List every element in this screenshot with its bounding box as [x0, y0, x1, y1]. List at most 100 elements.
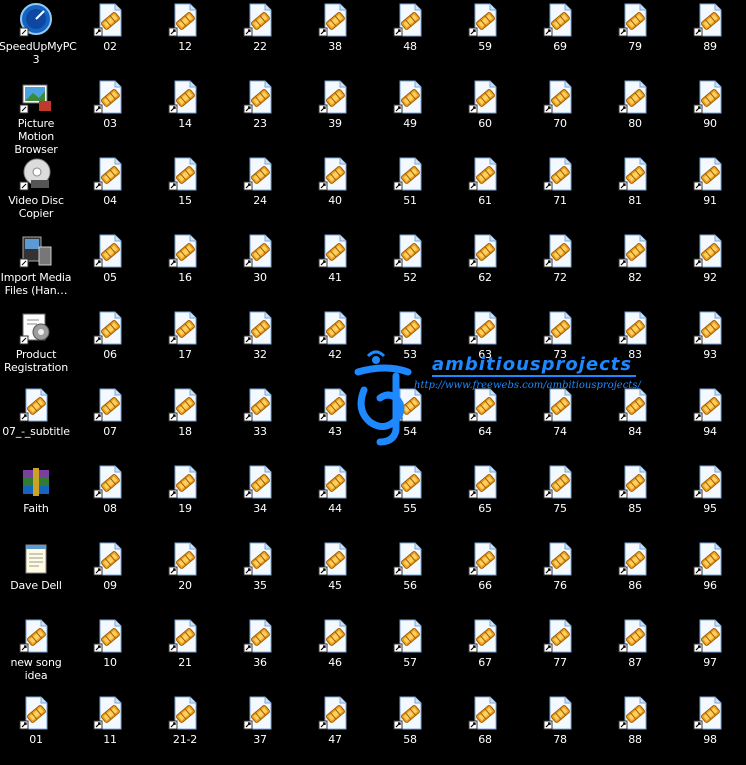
desktop-icon[interactable]: 72 [523, 233, 597, 303]
desktop-icon[interactable]: 82 [598, 233, 672, 303]
desktop-icon[interactable]: 60 [448, 79, 522, 149]
desktop-icon[interactable]: 45 [298, 541, 372, 611]
desktop-icon[interactable]: 37 [223, 695, 297, 765]
desktop-icon[interactable]: 21-2 [148, 695, 222, 765]
desktop-icon[interactable]: 07 [73, 387, 147, 457]
desktop-icon[interactable]: 08 [73, 464, 147, 534]
desktop-icon[interactable]: 39 [298, 79, 372, 149]
desktop-icon[interactable]: 71 [523, 156, 597, 226]
desktop-icon[interactable]: 38 [298, 2, 372, 72]
desktop-icon[interactable]: 49 [373, 79, 447, 149]
desktop-icon[interactable]: Import Media Files (Han… [0, 233, 73, 303]
desktop-icon[interactable]: 12 [148, 2, 222, 72]
desktop-icon[interactable]: 30 [223, 233, 297, 303]
desktop-icon[interactable]: 76 [523, 541, 597, 611]
desktop-icon[interactable]: 62 [448, 233, 522, 303]
desktop-icon[interactable]: 24 [223, 156, 297, 226]
desktop-icon[interactable]: 90 [673, 79, 746, 149]
desktop-icon[interactable]: 17 [148, 310, 222, 380]
desktop-icon[interactable]: 18 [148, 387, 222, 457]
desktop-icon[interactable]: 35 [223, 541, 297, 611]
desktop-icon[interactable]: 56 [373, 541, 447, 611]
desktop-icon[interactable]: 10 [73, 618, 147, 688]
desktop-icon[interactable]: 21 [148, 618, 222, 688]
desktop-icon[interactable]: 66 [448, 541, 522, 611]
desktop-icon[interactable]: 44 [298, 464, 372, 534]
desktop-icon[interactable]: 89 [673, 2, 746, 72]
file-icon [618, 541, 652, 577]
desktop-icon[interactable]: 41 [298, 233, 372, 303]
desktop-icon[interactable]: 58 [373, 695, 447, 765]
desktop-icon[interactable]: 80 [598, 79, 672, 149]
desktop-icon[interactable]: 65 [448, 464, 522, 534]
desktop-icon[interactable]: 07_-_subtitle [0, 387, 73, 457]
desktop-icon[interactable]: 03 [73, 79, 147, 149]
desktop-icon[interactable]: 51 [373, 156, 447, 226]
desktop-icon[interactable]: 79 [598, 2, 672, 72]
desktop-icon[interactable]: new song idea [0, 618, 73, 688]
desktop-icon[interactable]: 86 [598, 541, 672, 611]
desktop-icon[interactable]: 88 [598, 695, 672, 765]
desktop-icon-label: 72 [553, 271, 567, 284]
desktop-icon[interactable]: 23 [223, 79, 297, 149]
desktop-icon[interactable]: 81 [598, 156, 672, 226]
desktop-icon[interactable]: 95 [673, 464, 746, 534]
desktop-icon[interactable]: 91 [673, 156, 746, 226]
desktop-icon[interactable]: 02 [73, 2, 147, 72]
desktop-icon[interactable]: 94 [673, 387, 746, 457]
desktop-icon[interactable]: 47 [298, 695, 372, 765]
file-icon [168, 541, 202, 577]
file-icon [318, 79, 352, 115]
desktop-icon[interactable]: Picture Motion Browser [0, 79, 73, 156]
desktop-icon[interactable]: 75 [523, 464, 597, 534]
file-icon [93, 310, 127, 346]
desktop-icon[interactable]: 46 [298, 618, 372, 688]
desktop-icon[interactable]: 85 [598, 464, 672, 534]
desktop-icon[interactable]: 19 [148, 464, 222, 534]
desktop-icon[interactable]: 57 [373, 618, 447, 688]
desktop-icon[interactable]: 36 [223, 618, 297, 688]
desktop-icon[interactable]: 67 [448, 618, 522, 688]
desktop-icon[interactable]: 09 [73, 541, 147, 611]
desktop-icon[interactable]: 93 [673, 310, 746, 380]
file-icon [168, 156, 202, 192]
desktop-icon[interactable]: 14 [148, 79, 222, 149]
desktop-icon[interactable]: 01 [0, 695, 73, 765]
desktop-icon[interactable]: Product Registration [0, 310, 73, 380]
desktop-icon[interactable]: 34 [223, 464, 297, 534]
desktop-icon[interactable]: 96 [673, 541, 746, 611]
desktop-icon[interactable]: Faith [0, 464, 73, 534]
desktop-icon[interactable]: 92 [673, 233, 746, 303]
desktop-icon[interactable]: 69 [523, 2, 597, 72]
desktop-icon[interactable]: 87 [598, 618, 672, 688]
desktop-icon[interactable]: 55 [373, 464, 447, 534]
file-icon [168, 618, 202, 654]
desktop-icon[interactable]: 48 [373, 2, 447, 72]
desktop-icon[interactable]: 06 [73, 310, 147, 380]
desktop-icon[interactable]: 78 [523, 695, 597, 765]
desktop-icon[interactable]: SpeedUpMyPC 3 [0, 2, 77, 72]
desktop-icon[interactable]: 11 [73, 695, 147, 765]
desktop-icon[interactable]: 33 [223, 387, 297, 457]
desktop-icon[interactable]: 32 [223, 310, 297, 380]
desktop-icon[interactable]: 97 [673, 618, 746, 688]
desktop-icon[interactable]: 16 [148, 233, 222, 303]
desktop-icon[interactable]: 40 [298, 156, 372, 226]
import-media-icon [19, 233, 53, 269]
desktop-icon[interactable]: 98 [673, 695, 746, 765]
desktop-icon-label: 21-2 [172, 733, 198, 746]
desktop-icon[interactable]: 59 [448, 2, 522, 72]
desktop-icon[interactable]: 77 [523, 618, 597, 688]
desktop-icon[interactable]: 52 [373, 233, 447, 303]
desktop-icon[interactable]: 04 [73, 156, 147, 226]
desktop-icon[interactable]: 70 [523, 79, 597, 149]
desktop-icon[interactable]: 22 [223, 2, 297, 72]
desktop-icon[interactable]: 20 [148, 541, 222, 611]
desktop-icon[interactable]: 05 [73, 233, 147, 303]
desktop-icon[interactable]: Video Disc Copier [0, 156, 73, 226]
desktop-icon[interactable]: 61 [448, 156, 522, 226]
desktop-icon[interactable]: Dave Dell [0, 541, 73, 611]
desktop-icon[interactable]: 68 [448, 695, 522, 765]
desktop-icon[interactable]: 15 [148, 156, 222, 226]
file-icon [168, 387, 202, 423]
